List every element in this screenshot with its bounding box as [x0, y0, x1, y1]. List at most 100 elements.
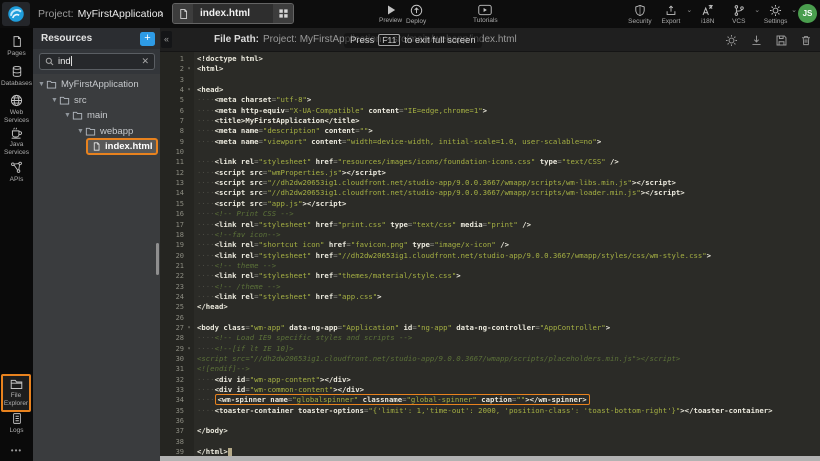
line-number: 24 — [160, 292, 184, 302]
chevron-down-icon[interactable]: ⌄ — [791, 6, 797, 14]
gear-icon — [769, 4, 782, 17]
folder-icon — [59, 96, 70, 105]
export-button[interactable]: Export — [655, 2, 686, 26]
sidebar-item-pages[interactable]: Pages — [0, 35, 33, 58]
line-number: 23 — [160, 282, 184, 292]
code-line: 17····<link rel="stylesheet" href="print… — [160, 220, 820, 230]
code-line: 38 — [160, 437, 820, 447]
line-number: 29 — [160, 344, 184, 354]
panel-scrollbar[interactable] — [156, 243, 159, 275]
code-line: 14····<script src="//dh2dw20653ig1.cloud… — [160, 188, 820, 198]
code-line: 32····<div id="wm-app-content"></div> — [160, 375, 820, 385]
grid-icon[interactable] — [273, 4, 293, 23]
selected-file-highlight: index.html — [86, 138, 158, 155]
settings-button[interactable]: Settings — [760, 2, 791, 26]
search-icon — [45, 57, 54, 66]
branch-icon — [733, 4, 745, 17]
code-line: 23····<!-- /theme --> — [160, 282, 820, 292]
tab-index-html[interactable]: index.html — [172, 3, 294, 24]
save-icon[interactable] — [775, 34, 788, 47]
caret-down-icon[interactable]: ▼ — [76, 128, 85, 135]
tree-item-myfirstapplication[interactable]: ▼ MyFirstApplication — [33, 77, 160, 93]
code-line: 6····<meta http-equiv="X-UA-Compatible" … — [160, 106, 820, 116]
sidebar-item-java-services[interactable]: Java Services — [0, 126, 33, 156]
search-input[interactable]: ind ✕ — [39, 53, 155, 70]
line-number: 35 — [160, 406, 184, 416]
sidebar-item-databases[interactable]: Databases — [0, 65, 33, 88]
line-number: 17 — [160, 220, 184, 230]
tutorials-button[interactable]: Tutorials — [473, 2, 498, 26]
code-line: 26 — [160, 313, 820, 323]
code-line: 27▾<body class="wm-app" data-ng-app="App… — [160, 323, 820, 333]
editor-cursor — [228, 448, 232, 456]
download-icon[interactable] — [750, 34, 763, 47]
resources-search-row: ind ✕ — [33, 49, 160, 74]
export-icon — [665, 4, 677, 17]
code-line: 1<!doctype html> — [160, 54, 820, 64]
clear-search-button[interactable]: ✕ — [141, 56, 149, 67]
more-options-button[interactable]: ••• — [0, 446, 33, 455]
deploy-button[interactable]: Deploy — [406, 2, 426, 26]
play-icon — [385, 4, 397, 16]
vcs-button[interactable]: VCS — [723, 2, 754, 26]
line-number: 36 — [160, 416, 184, 426]
editor-toolbar — [725, 28, 812, 52]
code-line: 15····<script src="app.js"></script> — [160, 199, 820, 209]
code-line: 36 — [160, 416, 820, 426]
project-name: MyFirstApplication — [78, 8, 164, 20]
code-line: 22····<link rel="stylesheet" href="theme… — [160, 271, 820, 281]
i18n-button[interactable]: i18N — [692, 2, 723, 26]
caret-down-icon[interactable]: ▼ — [37, 81, 46, 88]
collapse-panel-button[interactable]: « — [161, 31, 172, 48]
code-area[interactable]: 1<!doctype html>2▾<html>34▾<head>5····<m… — [160, 52, 820, 456]
line-number: 19 — [160, 240, 184, 250]
fullscreen-notification: Press F11 to exit full screen — [344, 33, 482, 48]
line-number: 38 — [160, 437, 184, 447]
database-icon — [11, 65, 23, 78]
code-line: 5····<meta charset="utf-8"> — [160, 95, 820, 105]
tree-item-src[interactable]: ▼ src — [33, 93, 160, 109]
api-icon — [10, 161, 23, 174]
globe-icon — [10, 94, 23, 107]
line-number: 15 — [160, 199, 184, 209]
line-number: 6 — [160, 106, 184, 116]
code-lines: 1<!doctype html>2▾<html>34▾<head>5····<m… — [160, 52, 820, 456]
sidebar-item-file-explorer[interactable]: File Explorer — [1, 374, 31, 412]
topbar-right-actions: Security Export ⌄ i18N VCS ⌄ Settings ⌄ — [624, 2, 797, 26]
code-line: 2▾<html> — [160, 64, 820, 74]
code-line: 20····<link rel="stylesheet" href="//dh2… — [160, 251, 820, 261]
user-avatar[interactable]: JS — [798, 4, 817, 23]
gear-icon[interactable] — [725, 34, 738, 47]
line-number: 13 — [160, 178, 184, 188]
tree-item-index-html[interactable]: index.html — [33, 139, 160, 155]
line-number: 4 — [160, 85, 184, 95]
line-number: 28 — [160, 333, 184, 343]
sidebar-item-web-services[interactable]: Web Services — [0, 94, 33, 124]
code-line: 28····<!-- Load IE9 specific styles and … — [160, 333, 820, 343]
preview-button[interactable]: Preview — [379, 2, 402, 26]
tree-item-main[interactable]: ▼ main — [33, 108, 160, 124]
line-number: 2 — [160, 64, 184, 74]
wavemaker-logo[interactable] — [2, 2, 30, 26]
file-tree: ▼ MyFirstApplication ▼ src ▼ main ▼ weba… — [33, 74, 160, 155]
tree-item-webapp[interactable]: ▼ webapp — [33, 124, 160, 140]
code-line: 9····<meta name="viewport" content="widt… — [160, 137, 820, 147]
sidebar-item-apis[interactable]: APIs — [0, 161, 33, 184]
line-number: 16 — [160, 209, 184, 219]
sidebar-item-logs[interactable]: Logs — [0, 412, 33, 435]
shield-icon — [634, 4, 646, 17]
resources-header: Resources + — [33, 28, 160, 49]
caret-down-icon[interactable]: ▼ — [50, 97, 59, 104]
caret-down-icon[interactable]: ▼ — [63, 112, 72, 119]
project-breadcrumb: Project: MyFirstApplication — [38, 0, 163, 28]
security-button[interactable]: Security — [624, 2, 655, 26]
trash-icon[interactable] — [800, 34, 812, 47]
line-number: 14 — [160, 188, 184, 198]
f11-key: F11 — [378, 34, 400, 46]
horizontal-scrollbar[interactable] — [160, 456, 820, 461]
add-resource-button[interactable]: + — [140, 32, 155, 46]
folder-icon — [10, 378, 23, 390]
line-number: 11 — [160, 157, 184, 167]
code-line: 35····<toaster-container toaster-options… — [160, 406, 820, 416]
code-line: 12····<script src="wmProperties.js"></sc… — [160, 168, 820, 178]
